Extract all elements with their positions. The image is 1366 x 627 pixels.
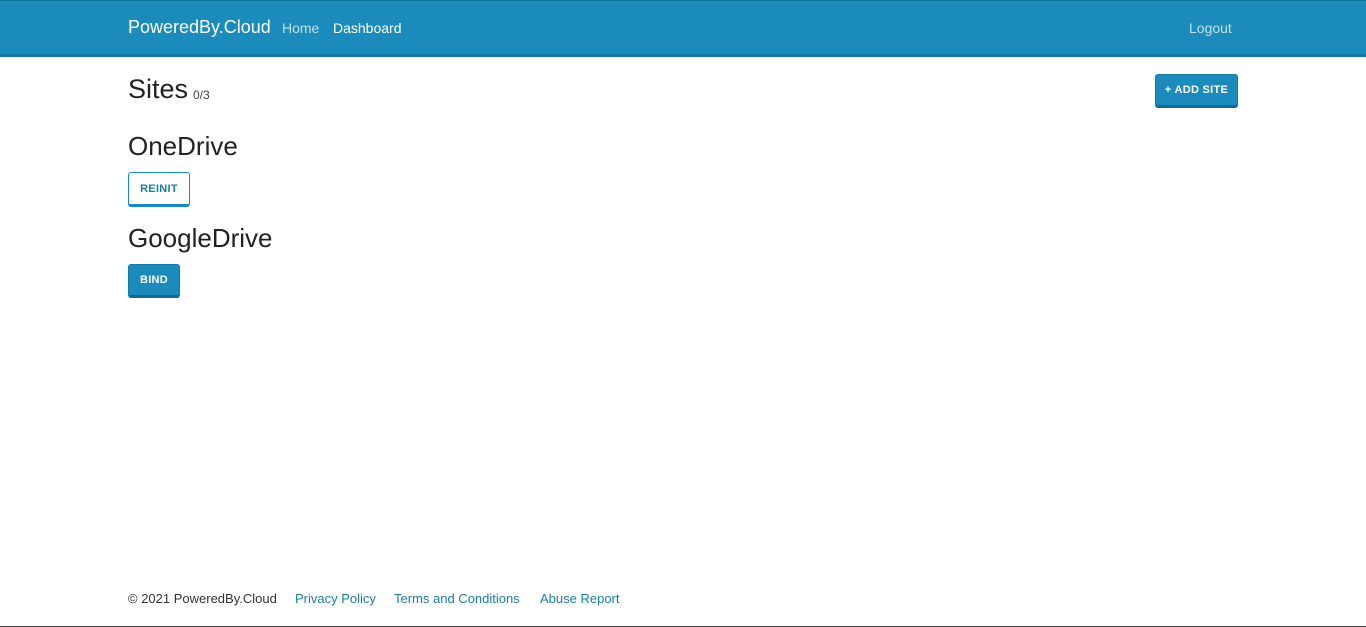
nav-dashboard-link[interactable]: Dashboard xyxy=(333,20,402,36)
top-navbar: PoweredBy.Cloud Home Dashboard Logout xyxy=(0,0,1366,57)
site-title-onedrive: OneDrive xyxy=(128,131,238,161)
bind-button[interactable]: BIND xyxy=(128,264,180,298)
abuse-report-link[interactable]: Abuse Report xyxy=(540,591,620,606)
site-title-googledrive: GoogleDrive xyxy=(128,223,273,253)
page: PoweredBy.Cloud Home Dashboard Logout Si… xyxy=(0,0,1366,627)
logout-link[interactable]: Logout xyxy=(1189,20,1232,36)
add-site-button[interactable]: + ADD SITE xyxy=(1155,74,1238,108)
sites-count: 0/3 xyxy=(193,88,210,102)
page-title: Sites xyxy=(128,74,189,104)
footer-copyright: © 2021 PoweredBy.Cloud xyxy=(128,591,277,606)
privacy-policy-link[interactable]: Privacy Policy xyxy=(295,591,376,606)
nav-home-link[interactable]: Home xyxy=(282,20,319,36)
brand-link[interactable]: PoweredBy.Cloud xyxy=(128,17,271,38)
terms-link[interactable]: Terms and Conditions xyxy=(394,591,520,606)
reinit-button[interactable]: REINIT xyxy=(128,172,190,207)
